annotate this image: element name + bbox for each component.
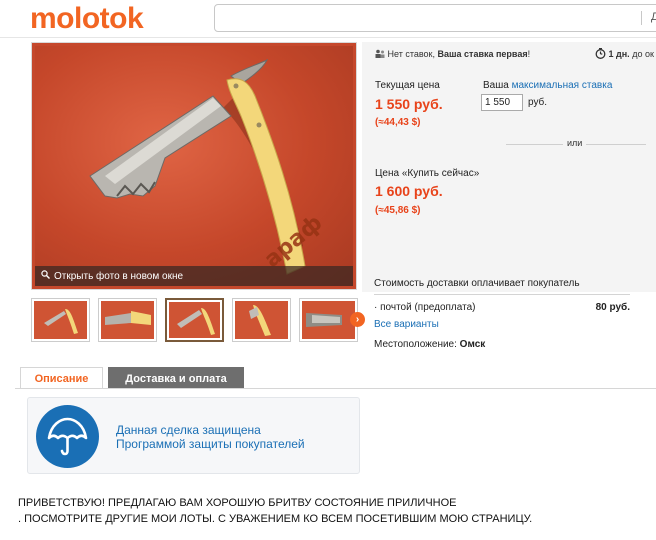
main-product-photo[interactable]: араф Открыть фото в новом окне	[31, 42, 357, 290]
or-text: или	[563, 138, 587, 148]
tab-underline	[15, 388, 656, 389]
protection-line-1: Данная сделка защищена	[116, 423, 261, 437]
location-value: Омск	[459, 339, 486, 350]
shipping-section: Стоимость доставки оплачивает покупатель…	[374, 278, 630, 350]
razor-image	[89, 58, 306, 275]
buynow-price: 1 600 руб.	[375, 183, 443, 199]
max-bid-link[interactable]: максимальная ставка	[512, 80, 613, 91]
location: Местоположение: Омск	[374, 339, 630, 350]
no-bids-text: Нет ставок,	[387, 49, 435, 59]
buynow-label: Цена «Купить сейчас»	[375, 168, 480, 179]
site-header: molotok Д	[0, 0, 656, 38]
search-input[interactable]: Д	[214, 4, 656, 32]
umbrella-icon	[36, 405, 99, 468]
item-description: ПРИВЕТСТВУЮ! ПРЕДЛАГАЮ ВАМ ХОРОШУЮ БРИТВ…	[18, 495, 648, 527]
bids-status: Нет ставок, Ваша ставка первая!	[375, 49, 530, 59]
shipping-method: · почтой (предоплата)	[374, 302, 476, 313]
thumbnail-image	[34, 301, 87, 339]
current-price-usd: (≈44,43 $)	[375, 117, 421, 128]
timer-suffix: до ок	[632, 49, 654, 59]
shipping-method-name: почтой (предоплата)	[380, 302, 476, 313]
exclamation: !	[527, 49, 531, 59]
thumbnail-4[interactable]	[232, 298, 291, 342]
tab-description[interactable]: Описание	[20, 367, 103, 389]
thumbnail-2[interactable]	[98, 298, 157, 342]
search-category-label[interactable]: Д	[651, 11, 656, 23]
protection-text: Данная сделка защищена Программой защиты…	[116, 423, 305, 451]
max-bid-prefix: Ваша	[483, 80, 509, 91]
shipping-cost: 80 руб.	[595, 302, 630, 313]
location-label: Местоположение:	[374, 339, 457, 350]
shipping-row: · почтой (предоплата) 80 руб.	[374, 302, 630, 316]
bid-currency: руб.	[528, 97, 548, 108]
max-bid-label: Ваша максимальная ставка	[483, 80, 612, 91]
thumbnail-strip: ›	[31, 298, 365, 342]
search-divider	[641, 11, 642, 25]
description-line-2: . ПОСМОТРИТЕ ДРУГИЕ МОИ ЛОТЫ. С УВАЖЕНИЕ…	[18, 513, 533, 525]
buynow-price-usd: (≈45,86 $)	[375, 205, 421, 216]
thumbnail-1[interactable]	[31, 298, 90, 342]
thumbnails-next-button[interactable]: ›	[350, 312, 365, 327]
clock-icon	[595, 48, 609, 59]
shipping-title: Стоимость доставки оплачивает покупатель	[374, 278, 630, 295]
auction-timer: 1 дн. до ок	[595, 48, 654, 59]
magnifier-icon	[41, 270, 50, 282]
photo-background	[35, 46, 353, 286]
current-price: 1 550 руб.	[375, 96, 443, 112]
description-line-1: ПРИВЕТСТВУЮ! ПРЕДЛАГАЮ ВАМ ХОРОШУЮ БРИТВ…	[18, 497, 457, 509]
bid-amount-input[interactable]	[481, 94, 523, 111]
buyer-protection-banner[interactable]: Данная сделка защищена Программой защиты…	[27, 397, 360, 474]
open-photo-link[interactable]: Открыть фото в новом окне	[35, 266, 353, 286]
bid-panel: Нет ставок, Ваша ставка первая! 1 дн. до…	[362, 42, 656, 292]
thumbnail-image	[302, 301, 355, 339]
timer-value: 1 дн.	[608, 49, 630, 59]
open-photo-label: Открыть фото в новом окне	[54, 271, 184, 282]
all-shipping-options-link[interactable]: Все варианты	[374, 319, 630, 330]
current-price-label: Текущая цена	[375, 80, 440, 91]
chevron-right-icon: ›	[355, 314, 360, 325]
tab-delivery-payment[interactable]: Доставка и оплата	[108, 367, 244, 389]
protection-line-2: Программой защиты покупателей	[116, 437, 305, 451]
thumbnail-3[interactable]	[165, 298, 224, 342]
thumbnail-image	[169, 302, 220, 338]
site-logo[interactable]: molotok	[30, 2, 144, 36]
thumbnail-image	[101, 301, 154, 339]
bidders-icon	[375, 49, 388, 59]
thumbnail-image	[235, 301, 288, 339]
first-bid-text: Ваша ставка первая	[437, 49, 528, 59]
